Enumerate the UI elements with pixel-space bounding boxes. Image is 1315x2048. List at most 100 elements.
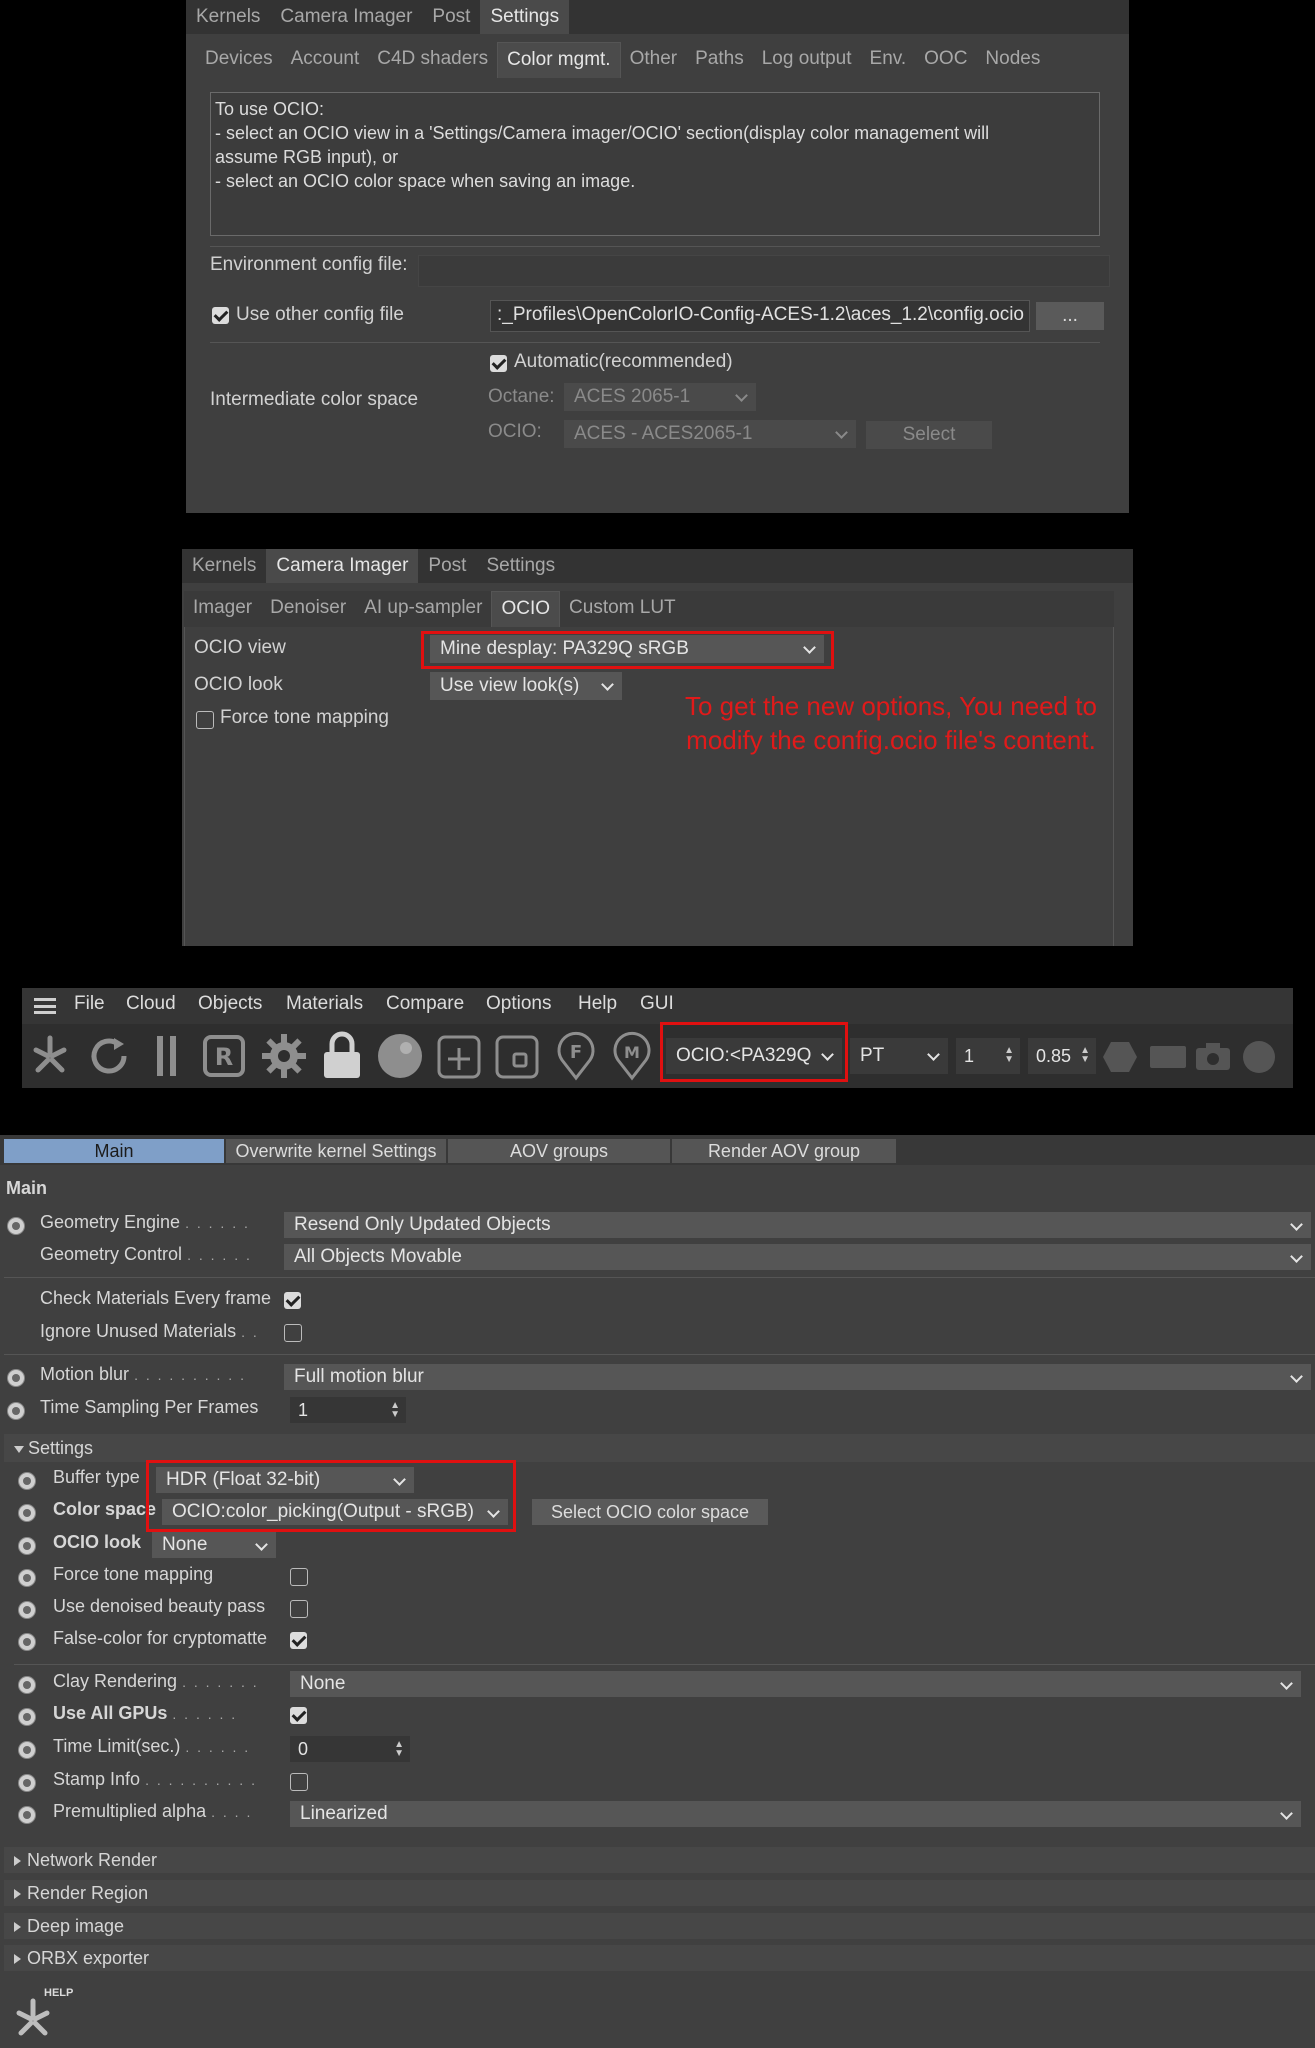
animate-radio-icon[interactable] <box>18 1633 36 1651</box>
kernel-select[interactable]: PT <box>850 1038 948 1074</box>
animate-radio-icon[interactable] <box>18 1601 36 1619</box>
animate-radio-icon[interactable] <box>18 1537 36 1555</box>
menu-materials[interactable]: Materials <box>286 993 363 1015</box>
spinner-arrows-icon[interactable]: ▲ ▼ <box>1004 1046 1014 1065</box>
tab-settings[interactable]: Settings <box>480 0 570 34</box>
use-all-gpus-checkbox[interactable] <box>290 1707 307 1724</box>
tab-camera-imager[interactable]: Camera Imager <box>270 0 422 34</box>
orbx-exporter-section[interactable]: ORBX exporter <box>4 1945 1315 1971</box>
lock-icon[interactable] <box>320 1030 364 1080</box>
animate-radio-icon[interactable] <box>18 1504 36 1522</box>
force-tone-mapping-checkbox[interactable] <box>196 711 214 729</box>
animate-radio-icon[interactable] <box>18 1569 36 1587</box>
time-limit-spinner[interactable]: 0 ▲ ▼ <box>290 1736 410 1762</box>
hamburger-icon[interactable] <box>34 998 56 1014</box>
pause-icon[interactable] <box>152 1034 182 1078</box>
tab-camera-imager[interactable]: Camera Imager <box>266 549 419 583</box>
automatic-checkbox[interactable] <box>490 355 507 372</box>
check-materials-checkbox[interactable] <box>284 1292 301 1309</box>
gear-icon[interactable] <box>260 1032 308 1080</box>
stamp-info-checkbox[interactable] <box>290 1773 308 1791</box>
env-config-field[interactable] <box>418 255 1110 287</box>
refresh-icon[interactable] <box>86 1034 132 1078</box>
subtab-env[interactable]: Env. <box>861 42 916 78</box>
menu-file[interactable]: File <box>74 993 105 1015</box>
tab-settings[interactable]: Settings <box>476 549 565 583</box>
select-button[interactable]: Select <box>866 421 992 449</box>
menu-help[interactable]: Help <box>578 993 617 1015</box>
animate-radio-icon[interactable] <box>18 1708 36 1726</box>
animate-radio-icon[interactable] <box>18 1806 36 1824</box>
menu-objects[interactable]: Objects <box>198 993 262 1015</box>
animate-radio-icon[interactable] <box>18 1472 36 1490</box>
spinner-arrows-icon[interactable]: ▲ ▼ <box>1080 1046 1090 1065</box>
value-spinner-2[interactable]: 0.85 ▲ ▼ <box>1028 1038 1096 1074</box>
menu-compare[interactable]: Compare <box>386 993 464 1015</box>
tab-post[interactable]: Post <box>418 549 476 583</box>
subtab-paths[interactable]: Paths <box>686 42 753 78</box>
add-region-icon[interactable] <box>436 1034 482 1080</box>
subtab-ocio[interactable]: OCIO <box>491 591 561 627</box>
octane-colorspace-select[interactable]: ACES 2065-1 <box>564 383 756 411</box>
tab-aov-groups[interactable]: AOV groups <box>448 1139 670 1163</box>
animate-radio-icon[interactable] <box>18 1741 36 1759</box>
premultiplied-alpha-select[interactable]: Linearized <box>290 1801 1301 1827</box>
tab-overwrite-kernel-settings[interactable]: Overwrite kernel Settings <box>226 1139 446 1163</box>
help-button[interactable]: HELP <box>10 1987 80 2045</box>
subtab-denoiser[interactable]: Denoiser <box>261 591 355 627</box>
animate-radio-icon[interactable] <box>7 1217 25 1235</box>
subtab-color-mgmt[interactable]: Color mgmt. <box>497 42 621 78</box>
ocio-look-select[interactable]: None <box>152 1532 276 1558</box>
camera-icon[interactable] <box>1194 1040 1232 1074</box>
false-color-checkbox[interactable] <box>290 1632 307 1649</box>
select-ocio-color-space-button[interactable]: Select OCIO color space <box>532 1499 768 1525</box>
tab-main[interactable]: Main <box>4 1139 224 1163</box>
geometry-engine-select[interactable]: Resend Only Updated Objects <box>284 1212 1311 1238</box>
time-sampling-spinner[interactable]: 1 ▲ ▼ <box>290 1397 406 1423</box>
animate-radio-icon[interactable] <box>18 1676 36 1694</box>
tab-kernels[interactable]: Kernels <box>186 0 270 34</box>
use-denoised-checkbox[interactable] <box>290 1600 308 1618</box>
network-render-section[interactable]: Network Render <box>4 1847 1315 1873</box>
animate-radio-icon[interactable] <box>7 1369 25 1387</box>
subtab-ai-upsampler[interactable]: AI up-sampler <box>355 591 491 627</box>
settings-section-header[interactable]: Settings <box>4 1434 1315 1462</box>
ocio-look-select[interactable]: Use view look(s) <box>430 672 622 700</box>
browse-button[interactable]: ... <box>1036 302 1104 330</box>
deep-image-section[interactable]: Deep image <box>4 1913 1315 1939</box>
region-icon[interactable] <box>494 1034 540 1080</box>
r-icon[interactable]: R <box>202 1034 246 1078</box>
subtab-account[interactable]: Account <box>282 42 369 78</box>
menu-gui[interactable]: GUI <box>640 993 674 1015</box>
subtab-c4d-shaders[interactable]: C4D shaders <box>368 42 497 78</box>
menu-cloud[interactable]: Cloud <box>126 993 176 1015</box>
spinner-arrows-icon[interactable]: ▲ ▼ <box>394 1740 404 1759</box>
animate-radio-icon[interactable] <box>7 1402 25 1420</box>
clay-rendering-select[interactable]: None <box>290 1671 1301 1697</box>
motion-blur-select[interactable]: Full motion blur <box>284 1364 1311 1390</box>
animate-radio-icon[interactable] <box>18 1774 36 1792</box>
tab-kernels[interactable]: Kernels <box>182 549 266 583</box>
value-spinner-1[interactable]: 1 ▲ ▼ <box>956 1038 1020 1074</box>
m-pin-icon[interactable]: M <box>610 1030 654 1082</box>
subtab-other[interactable]: Other <box>621 42 687 78</box>
circle-icon[interactable] <box>1240 1038 1278 1076</box>
subtab-custom-lut[interactable]: Custom LUT <box>560 591 685 627</box>
rectangle-icon[interactable] <box>1148 1042 1188 1072</box>
menu-options[interactable]: Options <box>486 993 551 1015</box>
tab-render-aov-group[interactable]: Render AOV group <box>672 1139 896 1163</box>
hexagon-icon[interactable] <box>1102 1040 1138 1074</box>
use-other-config-checkbox[interactable] <box>212 307 229 324</box>
subtab-devices[interactable]: Devices <box>196 42 282 78</box>
ignore-unused-checkbox[interactable] <box>284 1324 302 1342</box>
config-path-field[interactable]: :_Profiles\OpenColorIO-Config-ACES-1.2\a… <box>490 300 1030 332</box>
subtab-ooc[interactable]: OOC <box>915 42 976 78</box>
render-region-section[interactable]: Render Region <box>4 1880 1315 1906</box>
subtab-imager[interactable]: Imager <box>184 591 261 627</box>
force-tone-mapping-checkbox[interactable] <box>290 1568 308 1586</box>
spinner-arrows-icon[interactable]: ▲ ▼ <box>390 1401 400 1420</box>
octane-logo-icon[interactable] <box>28 1030 72 1080</box>
ocio-colorspace-select[interactable]: ACES - ACES2065-1 <box>564 420 856 448</box>
subtab-nodes[interactable]: Nodes <box>976 42 1049 78</box>
subtab-log-output[interactable]: Log output <box>753 42 861 78</box>
